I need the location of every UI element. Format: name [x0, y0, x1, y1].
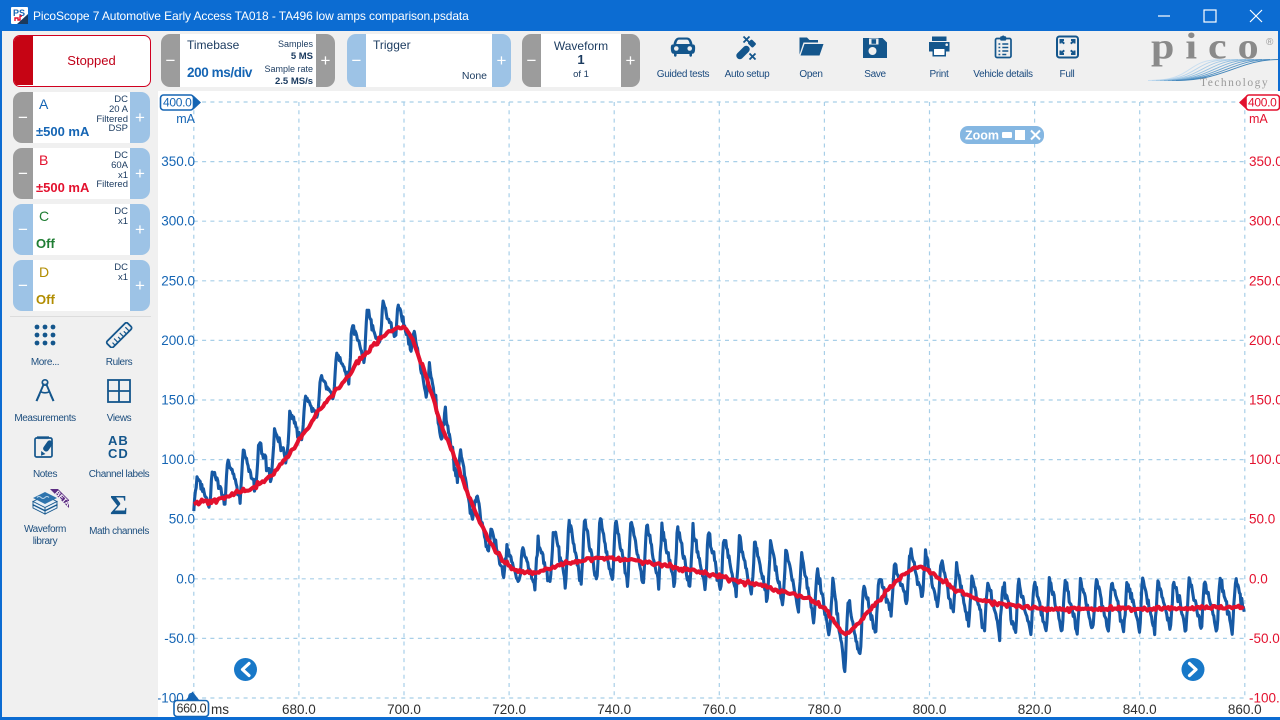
- svg-text:mA: mA: [1249, 112, 1268, 126]
- svg-text:-50.0: -50.0: [1249, 631, 1280, 646]
- svg-text:300.0: 300.0: [161, 214, 195, 229]
- svg-text:660.0: 660.0: [177, 702, 207, 716]
- svg-text:400.0: 400.0: [1248, 96, 1277, 110]
- svg-text:0.0: 0.0: [176, 571, 195, 586]
- svg-text:50.0: 50.0: [1249, 512, 1275, 527]
- svg-text:CD: CD: [108, 446, 129, 460]
- svg-text:780.0: 780.0: [808, 702, 842, 717]
- svg-text:0.0: 0.0: [1249, 571, 1268, 586]
- svg-text:700.0: 700.0: [387, 702, 421, 717]
- svg-text:ms: ms: [211, 702, 229, 717]
- svg-text:760.0: 760.0: [702, 702, 736, 717]
- svg-text:300.0: 300.0: [1249, 214, 1280, 229]
- svg-text:-50.0: -50.0: [164, 631, 195, 646]
- svg-text:Zoom: Zoom: [965, 129, 999, 143]
- svg-text:200.0: 200.0: [1249, 333, 1280, 348]
- svg-text:Σ: Σ: [110, 491, 128, 517]
- svg-text:680.0: 680.0: [282, 702, 316, 717]
- svg-text:740.0: 740.0: [597, 702, 631, 717]
- svg-text:840.0: 840.0: [1123, 702, 1157, 717]
- svg-text:860.0: 860.0: [1228, 702, 1262, 717]
- svg-text:100.0: 100.0: [1249, 452, 1280, 467]
- svg-text:820.0: 820.0: [1018, 702, 1052, 717]
- svg-text:350.0: 350.0: [161, 154, 195, 169]
- svg-text:200.0: 200.0: [161, 333, 195, 348]
- svg-text:250.0: 250.0: [161, 273, 195, 288]
- svg-text:100.0: 100.0: [161, 452, 195, 467]
- svg-text:50.0: 50.0: [169, 512, 195, 527]
- svg-text:720.0: 720.0: [492, 702, 526, 717]
- svg-text:350.0: 350.0: [1249, 154, 1280, 169]
- svg-text:800.0: 800.0: [913, 702, 947, 717]
- svg-text:150.0: 150.0: [161, 393, 195, 408]
- svg-text:mA: mA: [176, 112, 195, 126]
- svg-text:250.0: 250.0: [1249, 273, 1280, 288]
- svg-text:PS: PS: [13, 8, 25, 18]
- svg-text:150.0: 150.0: [1249, 393, 1280, 408]
- svg-text:400.0: 400.0: [163, 96, 192, 110]
